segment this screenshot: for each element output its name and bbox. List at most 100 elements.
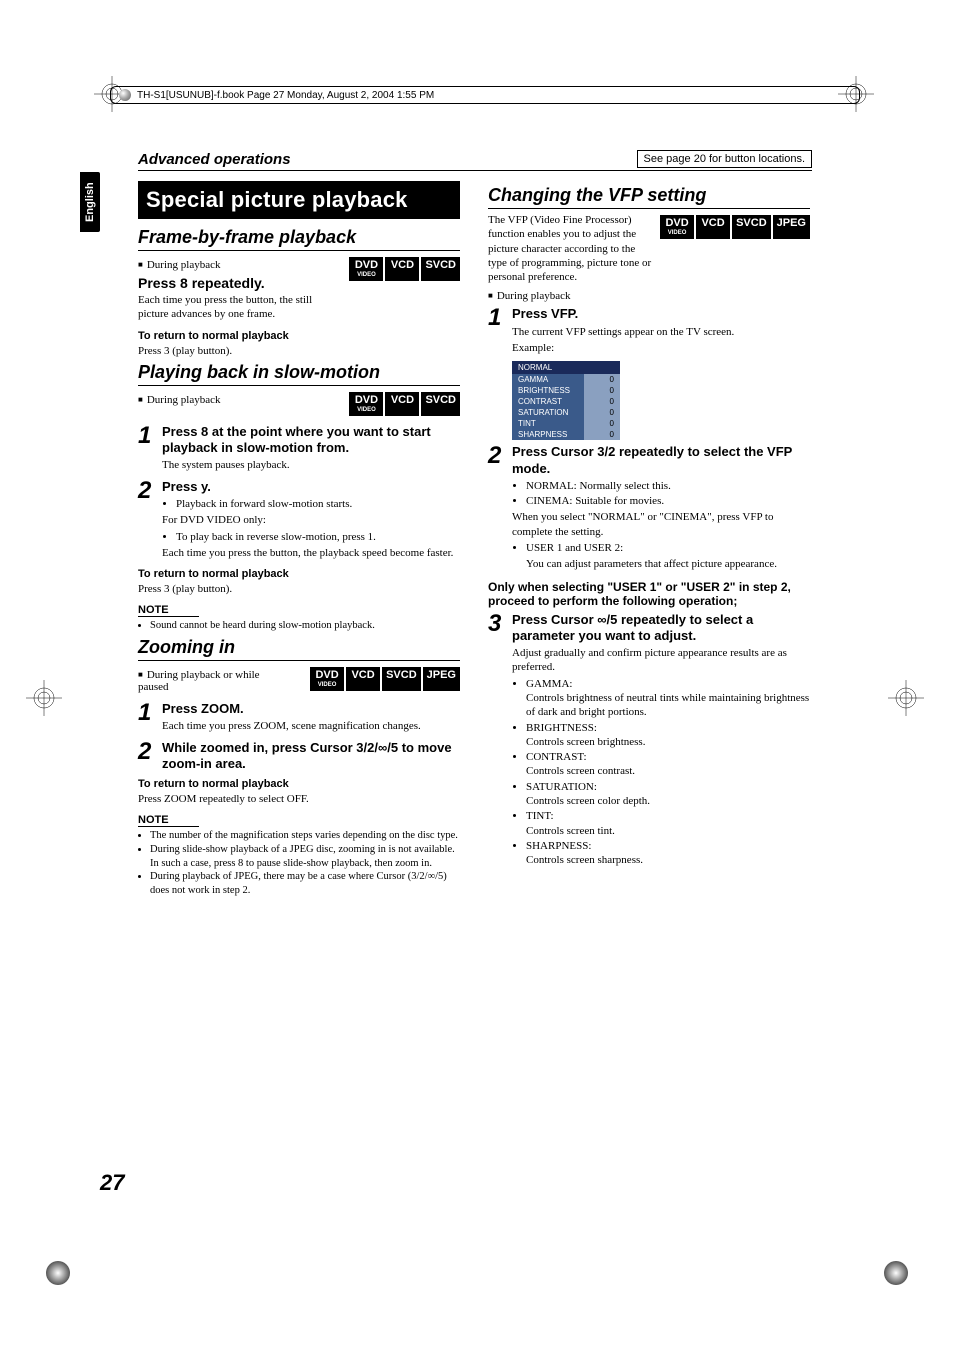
step-3: 3 Press Cursor ∞/5 repeatedly to select …	[488, 612, 810, 870]
vcd-badge: VCD	[346, 667, 380, 691]
param-val: 0	[584, 396, 620, 407]
frame-heading: Frame-by-frame playback	[138, 227, 460, 251]
content-area: Advanced operations See page 20 for butt…	[138, 150, 812, 898]
reg-mark-icon	[40, 1255, 76, 1291]
badge-group: DVDVIDEO VCD SVCD	[349, 257, 460, 281]
svcd-badge: SVCD	[732, 215, 771, 239]
return-body: Press 3 (play button).	[138, 582, 460, 596]
zoom-heading: Zooming in	[138, 637, 460, 661]
right-column: Changing the VFP setting DVDVIDEO VCD SV…	[488, 181, 810, 898]
param-val: 0	[584, 418, 620, 429]
bullet: To play back in reverse slow-motion, pre…	[176, 530, 460, 544]
timing-text: During playback	[138, 259, 343, 271]
note-label: NOTE	[138, 604, 199, 617]
left-column: Special picture playback Frame-by-frame …	[138, 181, 460, 898]
reg-mark-icon	[26, 680, 62, 716]
param-item: CONTRAST:Controls screen contrast.	[526, 750, 810, 779]
section-title: Advanced operations	[138, 151, 291, 168]
page: TH-S1[USUNUB]-f.book Page 27 Monday, Aug…	[0, 0, 954, 1351]
body: Each time you press the button, the play…	[162, 546, 460, 560]
note-item: Sound cannot be heard during slow-motion…	[150, 619, 460, 633]
step-1: 1 Press ZOOM. Each time you press ZOOM, …	[138, 701, 460, 736]
param-name: BRIGHTNESS	[512, 385, 584, 396]
bullet: CINEMA: Suitable for movies.	[526, 494, 810, 508]
param-name: SHARPNESS	[512, 429, 584, 440]
return-body: Press ZOOM repeatedly to select OFF.	[138, 792, 460, 806]
bullet: NORMAL: Normally select this.	[526, 479, 810, 493]
step-body: Each time you press ZOOM, scene magnific…	[162, 719, 460, 733]
see-page-box: See page 20 for button locations.	[637, 150, 812, 168]
jpeg-badge: JPEG	[423, 667, 460, 691]
vcd-badge: VCD	[385, 257, 419, 281]
page-number: 27	[100, 1170, 124, 1196]
param-item: BRIGHTNESS:Controls screen brightness.	[526, 721, 810, 750]
body: When you select "NORMAL" or "CINEMA", pr…	[512, 510, 810, 539]
frame-text: TH-S1[USUNUB]-f.book Page 27 Monday, Aug…	[137, 90, 434, 101]
param-item: SATURATION:Controls screen color depth.	[526, 780, 810, 809]
step-number: 1	[488, 306, 506, 330]
dvd-badge: DVDVIDEO	[660, 215, 694, 239]
jpeg-badge: JPEG	[773, 215, 810, 239]
body: For DVD VIDEO only:	[162, 513, 460, 527]
main-banner: Special picture playback	[138, 181, 460, 219]
step-number: 1	[138, 424, 156, 448]
badge-group: DVDVIDEO VCD SVCD	[349, 392, 460, 416]
param-name: CONTRAST	[512, 396, 584, 407]
return-label: To return to normal playback	[138, 778, 460, 790]
svcd-badge: SVCD	[421, 392, 460, 416]
step-body: The system pauses playback.	[162, 458, 460, 472]
example-label: Example:	[512, 341, 810, 355]
note-label: NOTE	[138, 814, 199, 827]
step-1: 1 Press VFP. The current VFP settings ap…	[488, 306, 810, 357]
step-title: Press VFP.	[512, 306, 810, 322]
step-title: Press Cursor ∞/5 repeatedly to select a …	[512, 612, 810, 645]
step-number: 1	[138, 701, 156, 725]
step-title: Press Cursor 3/2 repeatedly to select th…	[512, 444, 810, 477]
param-val: 0	[584, 385, 620, 396]
badge-group: DVDVIDEO VCD SVCD JPEG	[310, 667, 460, 691]
svcd-badge: SVCD	[421, 257, 460, 281]
step-title: While zoomed in, press Cursor 3/2/∞/5 to…	[162, 740, 460, 773]
step-body: The current VFP settings appear on the T…	[512, 325, 810, 339]
svcd-badge: SVCD	[382, 667, 421, 691]
param-name: SATURATION	[512, 407, 584, 418]
step-1: 1 Press 8 at the point where you want to…	[138, 424, 460, 475]
timing-text: During playback or while paused	[138, 669, 278, 693]
reg-mark-icon	[878, 1255, 914, 1291]
param-item: GAMMA:Controls brightness of neutral tin…	[526, 677, 810, 720]
orb-icon	[119, 89, 131, 101]
param-val: 0	[584, 429, 620, 440]
param-item: TINT:Controls screen tint.	[526, 809, 810, 838]
only-when: Only when selecting "USER 1" or "USER 2"…	[488, 580, 810, 608]
param-name: TINT	[512, 418, 584, 429]
note-item: The number of the magnification steps va…	[150, 829, 460, 843]
note-item: During slide-show playback of a JPEG dis…	[150, 843, 460, 870]
note-item: During playback of JPEG, there may be a …	[150, 870, 460, 897]
bullet: Playback in forward slow-motion starts.	[176, 497, 460, 511]
return-body: Press 3 (play button).	[138, 344, 460, 358]
timing-text: During playback	[138, 394, 220, 406]
slow-heading: Playing back in slow-motion	[138, 362, 460, 386]
vcd-badge: VCD	[385, 392, 419, 416]
header-row: Advanced operations See page 20 for butt…	[138, 150, 812, 171]
step-title: Press ZOOM.	[162, 701, 460, 717]
param-val: 0	[584, 374, 620, 385]
step-2: 2 Press y. Playback in forward slow-moti…	[138, 479, 460, 562]
reg-mark-icon	[888, 680, 924, 716]
step-number: 2	[488, 444, 506, 468]
step-2: 2 While zoomed in, press Cursor 3/2/∞/5 …	[138, 740, 460, 773]
vcd-badge: VCD	[696, 215, 730, 239]
frame-instruction: Press 8 repeatedly.	[138, 275, 343, 291]
language-tab: English	[80, 172, 100, 232]
vfp-heading: Changing the VFP setting	[488, 185, 810, 209]
param-val: 0	[584, 407, 620, 418]
timing-text: During playback	[488, 290, 810, 302]
param-name: GAMMA	[512, 374, 584, 385]
table-header: NORMAL	[512, 361, 620, 374]
vfp-intro: The VFP (Video Fine Processor) function …	[488, 213, 654, 284]
dvd-badge: DVDVIDEO	[349, 257, 383, 281]
print-frame: TH-S1[USUNUB]-f.book Page 27 Monday, Aug…	[110, 86, 860, 104]
return-label: To return to normal playback	[138, 568, 460, 580]
frame-body: Each time you press the button, the stil…	[138, 293, 343, 322]
step-number: 2	[138, 740, 156, 764]
